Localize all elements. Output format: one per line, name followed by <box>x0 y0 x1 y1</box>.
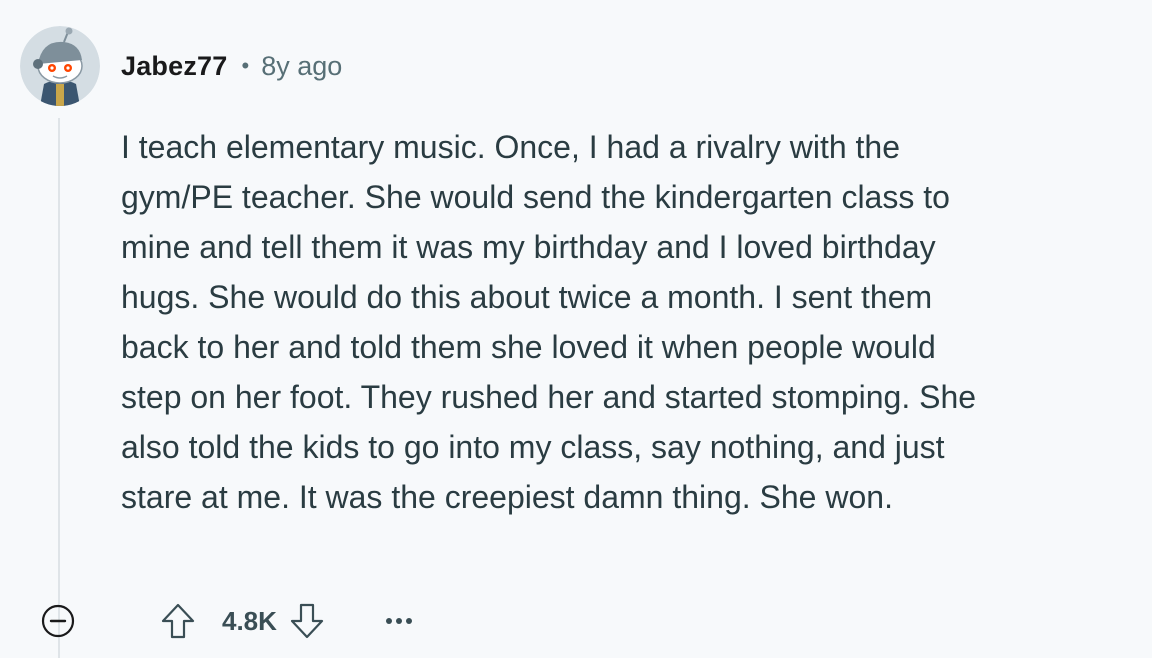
meta-separator: • <box>241 53 250 78</box>
ellipsis-icon <box>385 618 412 624</box>
downvote-button[interactable] <box>287 601 327 641</box>
minus-circle-icon <box>41 604 75 638</box>
reddit-snoo-avatar-icon <box>20 26 100 106</box>
comment-meta: Jabez77 • 8y ago <box>121 48 342 84</box>
upvote-button[interactable] <box>158 601 198 641</box>
avatar[interactable] <box>20 26 100 106</box>
thread-line[interactable] <box>58 118 60 658</box>
arrow-down-icon <box>290 603 324 639</box>
comment-body: I teach elementary music. Once, I had a … <box>121 129 977 515</box>
arrow-up-icon <box>161 603 195 639</box>
comment-timestamp[interactable]: 8y ago <box>261 51 342 82</box>
comment-actions: 4.8K <box>38 598 419 644</box>
collapse-thread-button[interactable] <box>38 601 78 641</box>
more-options-button[interactable] <box>379 601 419 641</box>
username-link[interactable]: Jabez77 <box>121 51 227 82</box>
vote-score: 4.8K <box>222 605 277 636</box>
